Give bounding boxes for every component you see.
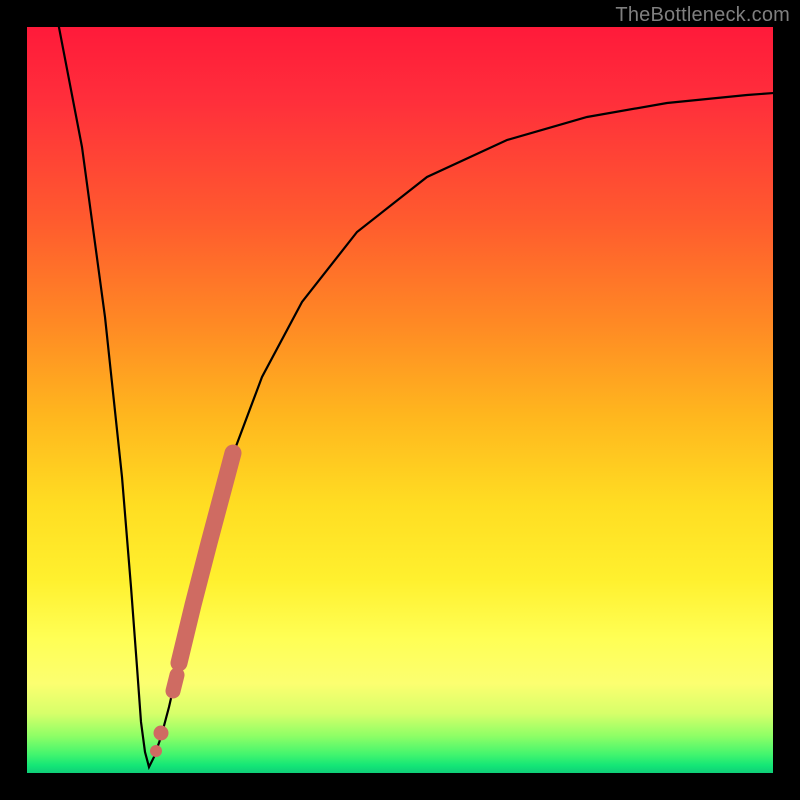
curve-path [57, 27, 773, 767]
chart-frame: TheBottleneck.com [0, 0, 800, 800]
highlight-lower-dot3 [150, 745, 162, 757]
plot-area [27, 27, 773, 773]
highlight-lower-dot1 [173, 675, 177, 691]
highlight-upper [179, 453, 233, 663]
watermark-text: TheBottleneck.com [615, 4, 790, 27]
bottleneck-curve [27, 27, 773, 773]
highlight-lower-dot2 [154, 726, 169, 741]
